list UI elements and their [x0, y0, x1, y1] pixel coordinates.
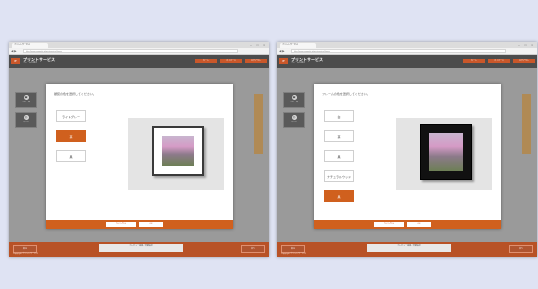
color-select-dialog: 額装の色を選択してください。 ライトグレー 茶 黒 キャンセル OK — [46, 84, 233, 229]
screenshot-frame-color: プリントサービス – □ × ◀▶ http://www.example.jp/… — [277, 42, 537, 257]
option-black[interactable]: 黒 — [324, 150, 354, 162]
back-forward-icon[interactable]: ◀▶ — [11, 48, 18, 54]
mat-tool-button[interactable]: ◎ マット — [283, 112, 305, 128]
cherry-blossom-photo — [162, 136, 194, 166]
ok-button[interactable]: OK — [407, 222, 431, 227]
mat-icon: ◎ — [291, 115, 297, 120]
cancel-button[interactable]: キャンセル — [106, 222, 136, 227]
next-button[interactable]: 次へ — [241, 245, 265, 253]
frame-tool-button[interactable]: ▣ フレーム — [15, 92, 37, 108]
dialog-footer: キャンセル OK — [314, 220, 501, 229]
screenshot-mat-color: プリントサービス – □ × ◀▶ http://www.example.jp/… — [9, 42, 269, 257]
background-shelf — [254, 94, 263, 154]
frame-icon: ▣ — [23, 95, 29, 100]
url-field[interactable]: http://www.example.jp/printservice/frame — [291, 49, 506, 53]
bottom-bar: 戻る プレビュー画面 / 詳細設定 次へ Copyright プリントサービス — [9, 242, 269, 257]
option-natural-wood[interactable]: ナチュラルウッド — [324, 170, 354, 182]
frame-preview — [128, 118, 224, 190]
cart-button[interactable]: カート — [463, 59, 485, 63]
mat-icon: ◎ — [23, 115, 29, 120]
frame-icon: ▣ — [291, 95, 297, 100]
mat-tool-label: マット — [22, 121, 29, 123]
mat-tool-label: マット — [290, 121, 297, 123]
frame-tool-label: フレーム — [22, 101, 30, 103]
frame-tool-label: フレーム — [290, 101, 298, 103]
app-header: P プリントサービス フレームを選ぶ カート マイページ ログアウト — [277, 55, 537, 68]
picture-frame — [152, 126, 204, 176]
app-subtitle: フレームを選ぶ — [291, 62, 305, 64]
cancel-button[interactable]: キャンセル — [374, 222, 404, 227]
mypage-button[interactable]: マイページ — [488, 59, 510, 63]
option-black-selected[interactable]: 黒 — [324, 190, 354, 202]
logout-button[interactable]: ログアウト — [513, 59, 535, 63]
mypage-button[interactable]: マイページ — [220, 59, 242, 63]
url-field[interactable]: http://www.example.jp/printservice/frame — [23, 49, 238, 53]
picture-frame — [420, 124, 472, 180]
frame-preview — [396, 118, 492, 190]
address-bar: ◀▶ http://www.example.jp/printservice/fr… — [9, 48, 269, 55]
dialog-prompt: フレームの色を選択してください。 — [322, 92, 370, 96]
color-select-dialog: フレームの色を選択してください。 白 茶 黒 ナチュラルウッド 黒 キャンセル … — [314, 84, 501, 229]
app-header: P プリントサービス フレームを選ぶ カート マイページ ログアウト — [9, 55, 269, 68]
option-white[interactable]: 白 — [324, 110, 354, 122]
footer-note: Copyright プリントサービス — [281, 253, 307, 255]
dialog-prompt: 額装の色を選択してください。 — [54, 92, 96, 96]
next-button[interactable]: 次へ — [509, 245, 533, 253]
preview-settings-button[interactable]: プレビュー画面 / 詳細設定 — [367, 244, 451, 252]
option-black[interactable]: 黒 — [56, 150, 86, 162]
app-subtitle: フレームを選ぶ — [23, 62, 37, 64]
frame-tool-button[interactable]: ▣ フレーム — [283, 92, 305, 108]
option-light-gray[interactable]: ライトグレー — [56, 110, 86, 122]
option-brown-selected[interactable]: 茶 — [56, 130, 86, 142]
footer-note: Copyright プリントサービス — [13, 253, 39, 255]
logo-icon: P — [11, 58, 20, 64]
option-brown[interactable]: 茶 — [324, 130, 354, 142]
back-button[interactable]: 戻る — [13, 245, 37, 253]
mat-tool-button[interactable]: ◎ マット — [15, 112, 37, 128]
bottom-bar: 戻る プレビュー画面 / 詳細設定 次へ Copyright プリントサービス — [277, 242, 537, 257]
address-bar: ◀▶ http://www.example.jp/printservice/fr… — [277, 48, 537, 55]
background-shelf — [522, 94, 531, 154]
cherry-blossom-photo — [429, 133, 463, 171]
ok-button[interactable]: OK — [139, 222, 163, 227]
cart-button[interactable]: カート — [195, 59, 217, 63]
dialog-footer: キャンセル OK — [46, 220, 233, 229]
logout-button[interactable]: ログアウト — [245, 59, 267, 63]
logo-icon: P — [279, 58, 288, 64]
preview-settings-button[interactable]: プレビュー画面 / 詳細設定 — [99, 244, 183, 252]
back-button[interactable]: 戻る — [281, 245, 305, 253]
back-forward-icon[interactable]: ◀▶ — [279, 48, 286, 54]
